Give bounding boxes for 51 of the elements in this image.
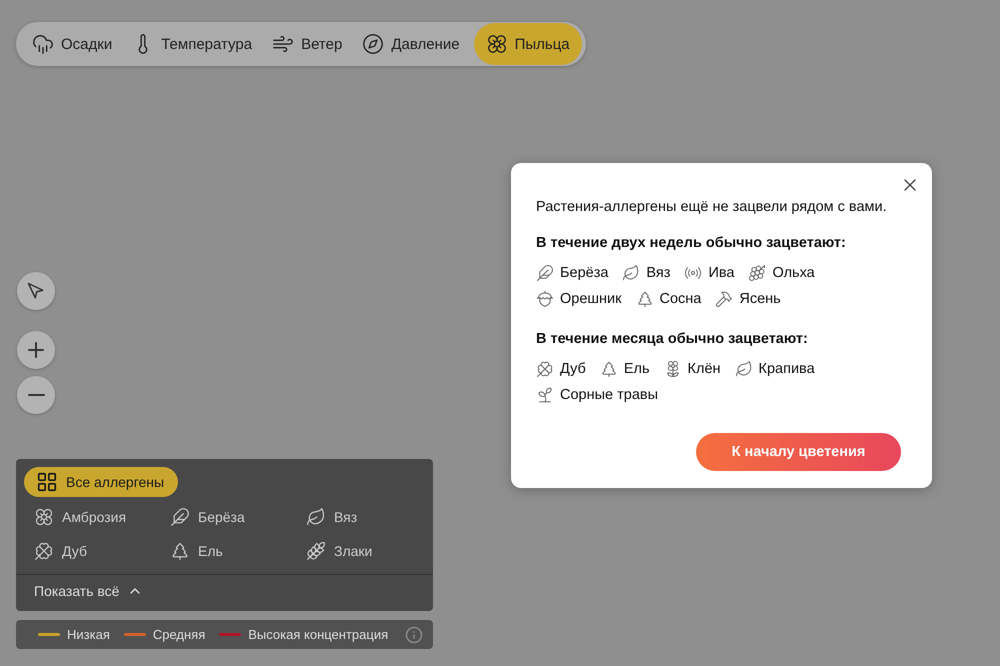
plant-name: Ольха xyxy=(772,265,815,281)
all-allergens-button[interactable]: Все аллергены xyxy=(24,467,178,497)
layer-tab[interactable]: Температура xyxy=(126,23,264,65)
plant-name: Сосна xyxy=(660,291,702,307)
plant-name: Вяз xyxy=(646,265,670,281)
allergen-item[interactable]: Вяз xyxy=(306,507,426,527)
rain-icon xyxy=(32,33,54,55)
plant-name: Ель xyxy=(624,361,650,377)
allergen-item[interactable]: Дуб xyxy=(34,541,170,561)
plant-name: Ясень xyxy=(739,291,781,307)
compass-icon xyxy=(362,33,384,55)
popup-message: Растения-аллергены ещё не зацвели рядом с вами. xyxy=(536,199,888,215)
wheat-icon xyxy=(306,541,326,561)
show-all-button[interactable]: Показать всё xyxy=(24,575,144,599)
allergen-item[interactable]: Злаки xyxy=(306,541,426,561)
layer-tab[interactable]: Осадки xyxy=(26,23,124,65)
plant-name: Клён xyxy=(688,361,721,377)
leaf-icon xyxy=(622,264,640,282)
tree-icon xyxy=(170,541,190,561)
wind-icon xyxy=(272,33,294,55)
legend-label: Низкая xyxy=(67,627,110,642)
layer-tab[interactable]: Пыльца xyxy=(474,23,582,65)
leaf-icon xyxy=(306,507,326,527)
flower-icon xyxy=(34,507,54,527)
location-arrow-icon xyxy=(27,282,45,300)
plant-name: Крапива xyxy=(758,361,815,377)
grid-icon xyxy=(36,471,58,493)
layer-tab[interactable]: Ветер xyxy=(266,23,354,65)
legend-label: Высокая концентрация xyxy=(248,627,388,642)
plant-name: Берёза xyxy=(560,265,608,281)
legend-label: Средняя xyxy=(152,627,206,642)
allergen-item[interactable]: Амброзия xyxy=(34,507,170,527)
plant-name: Дуб xyxy=(560,361,586,377)
tree-icon xyxy=(600,360,618,378)
allergen-item[interactable]: Берёза xyxy=(170,507,306,527)
minus-icon xyxy=(28,394,44,396)
flower-icon xyxy=(486,33,508,55)
plant-name: Орешник xyxy=(560,291,622,307)
plant-name: Сорные травы xyxy=(560,387,658,403)
layer-tab[interactable]: Давление xyxy=(356,23,472,65)
nut-icon xyxy=(536,290,554,308)
leaf-icon xyxy=(734,360,753,378)
tree-icon xyxy=(636,290,654,308)
group-heading: В течение месяца обычно зацветают: xyxy=(536,331,809,347)
group-heading: В течение двух недель обычно зацветают: xyxy=(536,235,847,251)
plant-name: Ива xyxy=(708,265,734,281)
sprout-icon xyxy=(536,386,554,404)
allergen-item[interactable]: Ель xyxy=(170,541,306,561)
antenna-icon xyxy=(684,264,702,282)
clover-icon xyxy=(34,541,54,561)
clover-icon xyxy=(536,360,554,378)
